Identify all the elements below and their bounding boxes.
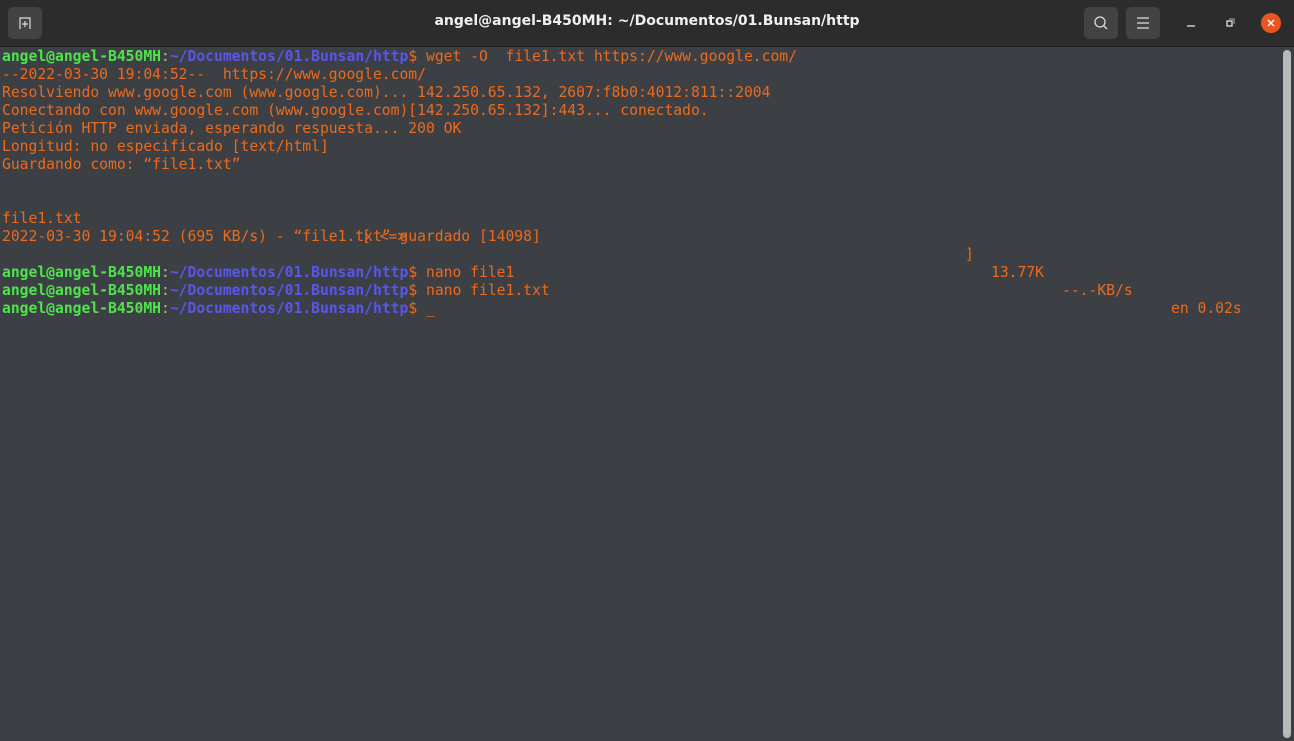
output-line: Longitud: no especificado [text/html]: [2, 138, 329, 155]
terminal-output[interactable]: angel@angel-B450MH:~/Documentos/01.Bunsa…: [2, 48, 1277, 738]
prompt-line: angel@angel-B450MH:~/Documentos/01.Bunsa…: [2, 300, 1277, 318]
progress-size: 13.77K: [991, 264, 1044, 281]
saved-line: 2022-03-30 19:04:52 (695 KB/s) - “file1.…: [2, 228, 541, 245]
close-button[interactable]: [1261, 13, 1281, 33]
close-icon: [1267, 19, 1275, 27]
prompt-colon: :: [161, 264, 170, 281]
prompt-dollar: $: [408, 48, 426, 65]
output-line: Petición HTTP enviada, esperando respues…: [2, 120, 462, 137]
output-line: Guardando como: “file1.txt”: [2, 156, 241, 173]
menu-button[interactable]: [1126, 7, 1160, 39]
output-line: Resolviendo www.google.com (www.google.c…: [2, 84, 771, 101]
minimize-icon: [1187, 25, 1195, 27]
prompt-path: ~/Documentos/01.Bunsan/http: [169, 300, 409, 317]
output-line: --2022-03-30 19:04:52-- https://www.goog…: [2, 66, 426, 83]
title-bar: angel@angel-B450MH: ~/Documentos/01.Buns…: [0, 0, 1294, 47]
prompt-line: angel@angel-B450MH:~/Documentos/01.Bunsa…: [2, 264, 1277, 282]
progress-bar-end: ]: [965, 246, 974, 263]
scrollbar[interactable]: [1283, 50, 1291, 738]
output-line: Conectando con www.google.com (www.googl…: [2, 102, 709, 119]
search-icon: [1094, 16, 1108, 30]
maximize-button[interactable]: [1221, 13, 1241, 33]
command-text: nano file1.txt: [426, 282, 550, 299]
prompt-line: angel@angel-B450MH:~/Documentos/01.Bunsa…: [2, 48, 1277, 66]
prompt-colon: :: [161, 282, 170, 299]
prompt-dollar: $: [408, 264, 426, 281]
cursor: _: [426, 300, 435, 317]
search-button[interactable]: [1084, 7, 1118, 39]
progress-speed: --.-KB/s: [1062, 282, 1133, 299]
prompt-path: ~/Documentos/01.Bunsan/http: [169, 48, 409, 65]
progress-file: file1.txt: [2, 210, 82, 227]
prompt-path: ~/Documentos/01.Bunsan/http: [169, 282, 409, 299]
prompt-colon: :: [161, 300, 170, 317]
prompt-dollar: $: [408, 300, 426, 317]
restore-icon: [1226, 18, 1235, 27]
prompt-colon: :: [161, 48, 170, 65]
prompt-path: ~/Documentos/01.Bunsan/http: [169, 264, 409, 281]
prompt-dollar: $: [408, 282, 426, 299]
progress-line: file1.txt [ <=> ] 13.77K --.-KB/s en 0.0…: [2, 192, 1277, 317]
command-text: wget -O file1.txt https://www.google.com…: [426, 48, 797, 65]
progress-time: en 0.02s: [1171, 300, 1242, 317]
command-text: nano file1: [426, 264, 515, 281]
prompt-user: angel@angel-B450MH: [2, 48, 161, 65]
progress-bar-start: [ <=>: [362, 228, 407, 245]
minimize-button[interactable]: [1181, 13, 1201, 33]
hamburger-icon: [1137, 17, 1149, 29]
